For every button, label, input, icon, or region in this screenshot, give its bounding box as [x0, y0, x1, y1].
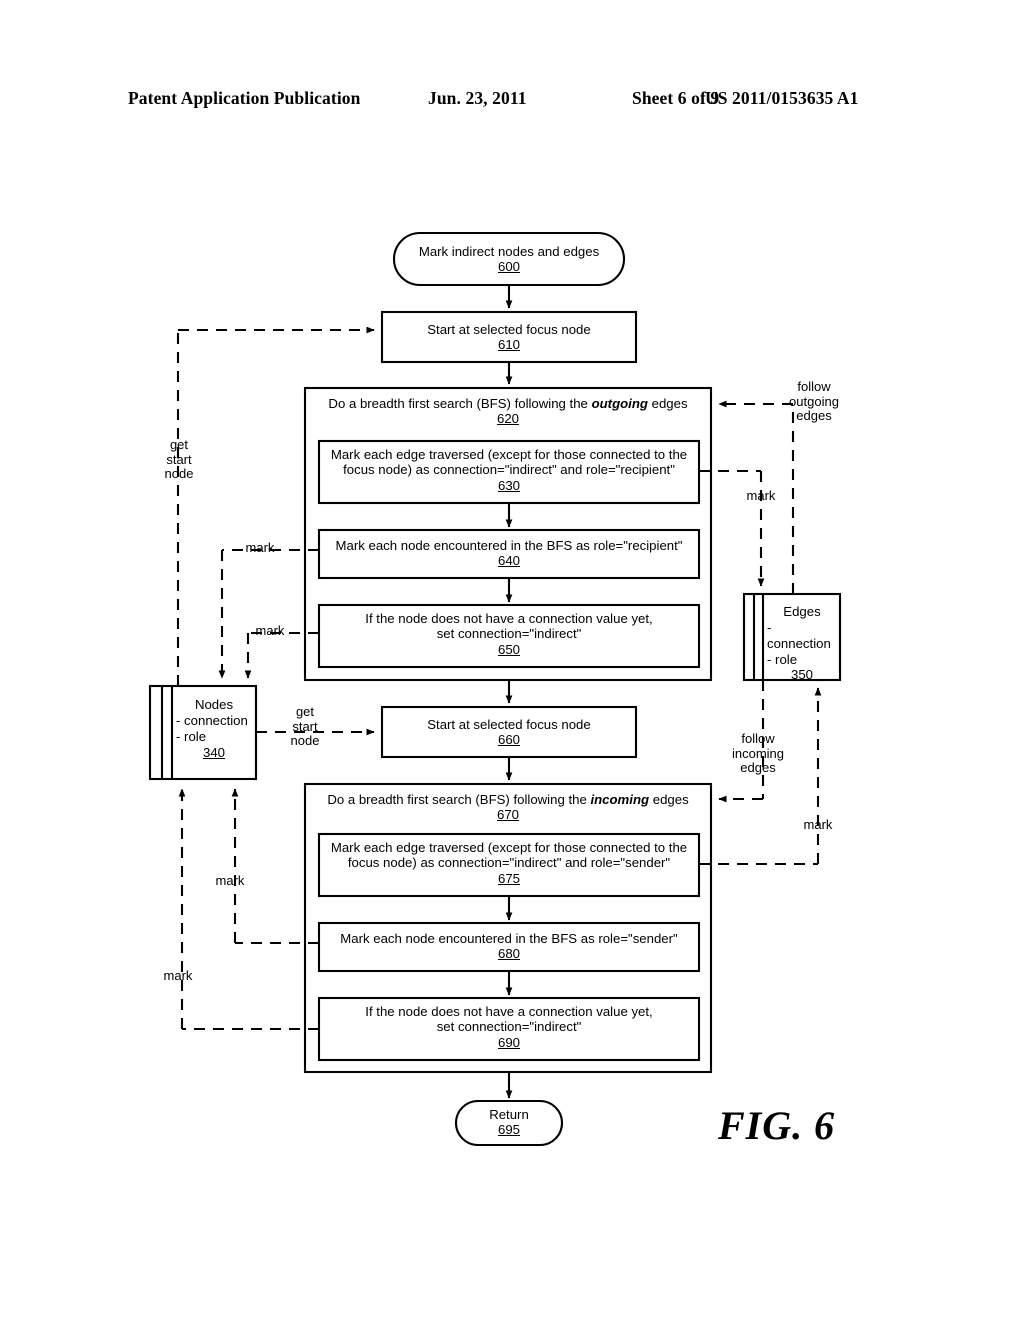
box-650-num: 650 — [497, 641, 520, 657]
box-660-label: Start at selected focus node 660 — [382, 717, 636, 748]
box-640-num: 640 — [497, 553, 520, 569]
annotation-follow-outgoing-edges: follow outgoing edges — [789, 379, 839, 424]
annotation-mark-675: mark — [803, 817, 833, 832]
group-620-num: 620 — [496, 411, 519, 427]
box-660-text: Start at selected focus node — [427, 717, 591, 732]
group-670-label: Do a breadth first search (BFS) followin… — [305, 792, 711, 823]
annotation-follow-incoming-edges: follow incoming edges — [731, 731, 785, 776]
group-670-text: Do a breadth first search (BFS) followin… — [327, 792, 688, 807]
box-610-text: Start at selected focus node — [427, 322, 591, 337]
annotation-get-start-node-left: get start node — [164, 437, 194, 482]
figure-label: FIG. 6 — [718, 1103, 836, 1148]
box-675-line1: Mark each edge traversed (except for tho… — [330, 840, 688, 855]
box-675-line2: focus node) as connection="indirect" and… — [347, 855, 671, 871]
box-610-label: Start at selected focus node 610 — [382, 322, 636, 353]
store-edges-attr-connection: - connection — [767, 619, 831, 651]
store-nodes-attr-role: - role — [176, 728, 207, 744]
box-630-num: 630 — [497, 477, 520, 493]
box-640-text: Mark each node encountered in the BFS as… — [335, 538, 683, 553]
box-650-line2: set connection="indirect" — [436, 626, 582, 642]
box-675-label: Mark each edge traversed (except for tho… — [322, 840, 696, 886]
annotation-mark-680: mark — [215, 873, 245, 888]
store-edges-attr-role: - role — [767, 651, 798, 667]
box-650-label: If the node does not have a connection v… — [322, 611, 696, 657]
store-nodes-attr-connection: - connection — [176, 712, 248, 728]
store-edges-title: Edges — [783, 604, 821, 619]
group-670-text-emphasis: incoming — [590, 792, 650, 807]
annotation-mark-640: mark — [245, 540, 275, 555]
terminal-start-text: Mark indirect nodes and edges — [418, 244, 600, 259]
group-620-text-pre: Do a breadth first search (BFS) followin… — [328, 396, 592, 411]
box-680-text: Mark each node encountered in the BFS as… — [340, 931, 678, 946]
group-670-num: 670 — [496, 807, 519, 823]
store-nodes-label: Nodes - connection - role 340 — [176, 697, 252, 760]
box-610-num: 610 — [497, 337, 520, 353]
box-680-num: 680 — [497, 946, 520, 962]
store-edges-label: Edges - connection - role 350 — [767, 604, 837, 683]
store-nodes-num: 340 — [202, 744, 225, 760]
terminal-return-label: Return 695 — [456, 1107, 562, 1138]
annotation-mark-630: mark — [746, 488, 776, 503]
terminal-start-num: 600 — [497, 259, 520, 275]
box-690-label: If the node does not have a connection v… — [322, 1004, 696, 1050]
box-630-label: Mark each edge traversed (except for tho… — [322, 447, 696, 493]
box-690-line1: If the node does not have a connection v… — [365, 1004, 653, 1019]
group-620-text-emphasis: outgoing — [591, 396, 648, 411]
store-nodes-title: Nodes — [194, 697, 234, 712]
box-640-label: Mark each node encountered in the BFS as… — [322, 538, 696, 569]
group-620-label: Do a breadth first search (BFS) followin… — [305, 396, 711, 427]
box-680-label: Mark each node encountered in the BFS as… — [322, 931, 696, 962]
patent-figure-page: Patent Application Publication Jun. 23, … — [0, 0, 1024, 1320]
terminal-return-text: Return — [489, 1107, 529, 1122]
group-620-text-post: edges — [647, 396, 688, 411]
annotation-mark-690: mark — [163, 968, 193, 983]
annotation-mark-650: mark — [255, 623, 285, 638]
box-690-num: 690 — [497, 1034, 520, 1050]
group-620-text: Do a breadth first search (BFS) followin… — [328, 396, 687, 411]
terminal-start-label: Mark indirect nodes and edges 600 — [394, 244, 624, 275]
box-630-line2: focus node) as connection="indirect" and… — [343, 462, 675, 478]
group-670-text-pre: Do a breadth first search (BFS) followin… — [327, 792, 591, 807]
box-675-num: 675 — [497, 870, 520, 886]
box-690-line2: set connection="indirect" — [436, 1019, 582, 1035]
group-670-text-post: edges — [649, 792, 689, 807]
terminal-return-num: 695 — [497, 1122, 520, 1138]
annotation-get-start-node-mid: get start node — [290, 704, 320, 749]
box-650-line1: If the node does not have a connection v… — [365, 611, 653, 626]
store-edges-num: 350 — [790, 667, 813, 683]
box-630-line1: Mark each edge traversed (except for tho… — [330, 447, 688, 462]
box-660-num: 660 — [497, 732, 520, 748]
